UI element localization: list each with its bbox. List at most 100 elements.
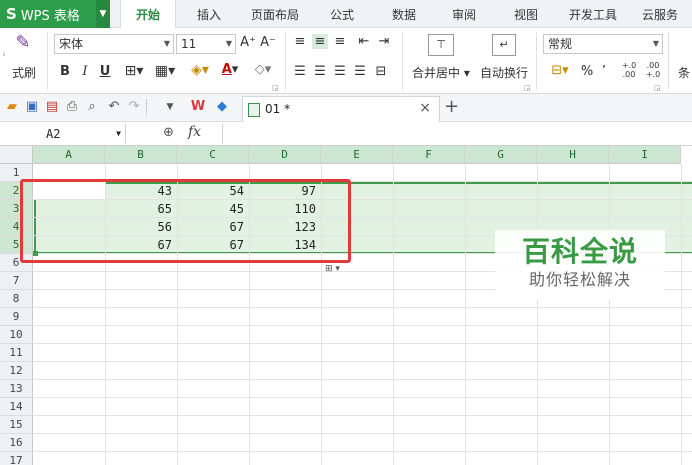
new-tab-icon[interactable]: + bbox=[444, 96, 459, 117]
tab-home[interactable]: 开始 bbox=[120, 0, 176, 29]
spreadsheet-file-icon bbox=[248, 103, 260, 117]
name-box[interactable]: A2 ▼ bbox=[0, 124, 126, 144]
wrap-text-icon[interactable]: ↵ bbox=[492, 34, 516, 56]
wrap-text-label[interactable]: 自动换行 bbox=[480, 64, 528, 81]
column-header-c[interactable]: C bbox=[177, 146, 249, 164]
undo-icon[interactable]: ↶ bbox=[106, 99, 122, 115]
increase-decimal-button[interactable]: +.0 .00 bbox=[618, 61, 640, 79]
align-bottom-icon[interactable]: ≡ bbox=[332, 34, 348, 49]
align-center-icon[interactable]: ☰ bbox=[312, 64, 328, 79]
format-painter-icon[interactable]: ✎ bbox=[12, 32, 34, 53]
grid-row-line bbox=[33, 451, 692, 452]
grid-row-line bbox=[33, 307, 692, 308]
column-header-b[interactable]: B bbox=[105, 146, 177, 164]
column-header-e[interactable]: E bbox=[321, 146, 393, 164]
grid-column-line bbox=[681, 164, 682, 465]
row-header-11[interactable]: 11 bbox=[0, 344, 33, 362]
tab-insert[interactable]: 插入 bbox=[186, 0, 232, 28]
comma-style-button[interactable]: ’ bbox=[598, 64, 610, 79]
search-icon[interactable]: ⊕ bbox=[163, 125, 174, 140]
column-header-i[interactable]: I bbox=[609, 146, 681, 164]
alignment-group-launcher-icon[interactable]: ◲ bbox=[524, 84, 531, 92]
row-header-10[interactable]: 10 bbox=[0, 326, 33, 344]
number-group-launcher-icon[interactable]: ◲ bbox=[654, 84, 661, 92]
row-header-15[interactable]: 15 bbox=[0, 416, 33, 434]
row-header-14[interactable]: 14 bbox=[0, 398, 33, 416]
chevron-down-icon: ▼ bbox=[163, 39, 170, 48]
tab-cloud[interactable]: 云服务 bbox=[634, 0, 686, 28]
align-middle-icon[interactable]: ≡ bbox=[312, 34, 328, 49]
menu-bar: S WPS 表格 ▼ 开始 插入 页面布局 公式 数据 审阅 视图 开发工具 云… bbox=[0, 0, 692, 29]
align-left-icon[interactable]: ☰ bbox=[292, 64, 308, 79]
font-size-select[interactable]: 11 ▼ bbox=[176, 34, 236, 54]
row-header-9[interactable]: 9 bbox=[0, 308, 33, 326]
column-header-a[interactable]: A bbox=[33, 146, 105, 164]
underline-button[interactable]: U bbox=[98, 64, 112, 79]
decrease-decimal-button[interactable]: .00 +.0 bbox=[642, 61, 664, 79]
italic-button[interactable]: I bbox=[78, 64, 92, 79]
conditional-format-label[interactable]: 条 bbox=[678, 64, 690, 81]
merge-center-button[interactable]: 合并居中 ▾ bbox=[412, 64, 470, 81]
open-folder-icon[interactable]: ▰ bbox=[4, 99, 20, 115]
tab-review[interactable]: 审阅 bbox=[442, 0, 486, 28]
bold-button[interactable]: B bbox=[58, 64, 72, 79]
font-color-button[interactable]: A▾ bbox=[216, 62, 244, 77]
insert-function-button[interactable]: fx bbox=[188, 124, 201, 140]
row-header-7[interactable]: 7 bbox=[0, 272, 33, 290]
tab-view[interactable]: 视图 bbox=[504, 0, 548, 28]
justify-icon[interactable]: ☰ bbox=[352, 64, 368, 79]
formula-input[interactable] bbox=[222, 124, 690, 144]
paste-options-icon[interactable]: ⊞ ▾ bbox=[325, 263, 351, 275]
borders-icon[interactable]: ⊞▾ bbox=[120, 63, 148, 79]
row-header-8[interactable]: 8 bbox=[0, 290, 33, 308]
align-top-icon[interactable]: ≡ bbox=[292, 34, 308, 49]
currency-format-icon[interactable]: ⊟▾ bbox=[546, 63, 574, 78]
ribbon-scroll-left-icon[interactable]: ‹ bbox=[0, 50, 8, 60]
shrink-font-button[interactable]: A⁻ bbox=[260, 35, 276, 50]
distributed-align-icon[interactable]: ⊟ bbox=[372, 64, 390, 79]
ribbon-separator bbox=[47, 32, 48, 90]
format-painter-label[interactable]: 式刷 bbox=[12, 64, 36, 81]
percent-button[interactable]: % bbox=[580, 64, 594, 79]
cell-fill-icon[interactable]: ▦▾ bbox=[150, 63, 180, 79]
tab-formulas[interactable]: 公式 bbox=[320, 0, 364, 28]
chevron-down-icon[interactable]: ▼ bbox=[96, 0, 110, 28]
tab-developer[interactable]: 开发工具 bbox=[562, 0, 624, 28]
decrease-indent-icon[interactable]: ⇤ bbox=[356, 34, 372, 49]
grid-row-line bbox=[33, 397, 692, 398]
align-right-icon[interactable]: ☰ bbox=[332, 64, 348, 79]
column-header-h[interactable]: H bbox=[537, 146, 609, 164]
wps-logo-icon[interactable]: W bbox=[190, 99, 206, 115]
save-icon[interactable]: ▣ bbox=[24, 99, 40, 115]
spreadsheet-grid[interactable]: A B C D E F G H I 1 2 3 4 5 6 7 8 9 10 11 12 13 14 15 16 17 43 54 97… bbox=[0, 146, 692, 465]
column-header-g[interactable]: G bbox=[465, 146, 537, 164]
redo-icon[interactable]: ↷ bbox=[126, 99, 142, 115]
row-header-16[interactable]: 16 bbox=[0, 434, 33, 452]
tab-data[interactable]: 数据 bbox=[382, 0, 426, 28]
close-icon[interactable]: × bbox=[419, 100, 431, 116]
row-header-13[interactable]: 13 bbox=[0, 380, 33, 398]
document-tab[interactable]: 01 * × bbox=[242, 96, 440, 122]
increase-indent-icon[interactable]: ⇥ bbox=[376, 34, 392, 49]
customize-toolbar-icon[interactable]: ▼ bbox=[162, 99, 178, 115]
print-preview-icon[interactable]: ⌕ bbox=[84, 99, 100, 115]
tab-page-layout[interactable]: 页面布局 bbox=[244, 0, 306, 28]
highlight-color-icon[interactable]: ◈▾ bbox=[186, 62, 214, 78]
column-header-f[interactable]: F bbox=[393, 146, 465, 164]
grow-font-button[interactable]: A⁺ bbox=[240, 35, 256, 50]
row-header-17[interactable]: 17 bbox=[0, 452, 33, 465]
column-header-d[interactable]: D bbox=[249, 146, 321, 164]
app-menu-button[interactable]: S WPS 表格 ▼ bbox=[0, 0, 110, 28]
export-pdf-icon[interactable]: ▤ bbox=[44, 99, 60, 115]
font-name-select[interactable]: 宋体 ▼ bbox=[54, 34, 174, 54]
font-group-launcher-icon[interactable]: ◲ bbox=[272, 84, 279, 92]
ribbon-separator bbox=[536, 32, 537, 90]
clear-format-icon[interactable]: ◇▾ bbox=[250, 62, 276, 77]
cloud-cube-icon[interactable]: ◆ bbox=[214, 99, 230, 115]
row-header-12[interactable]: 12 bbox=[0, 362, 33, 380]
toolbar-separator bbox=[146, 99, 147, 115]
select-all-corner[interactable] bbox=[0, 146, 33, 164]
number-format-select[interactable]: 常规 ▼ bbox=[543, 34, 663, 54]
print-icon[interactable]: ⎙ bbox=[64, 99, 80, 115]
merge-center-icon[interactable]: ⊤ bbox=[428, 34, 454, 56]
